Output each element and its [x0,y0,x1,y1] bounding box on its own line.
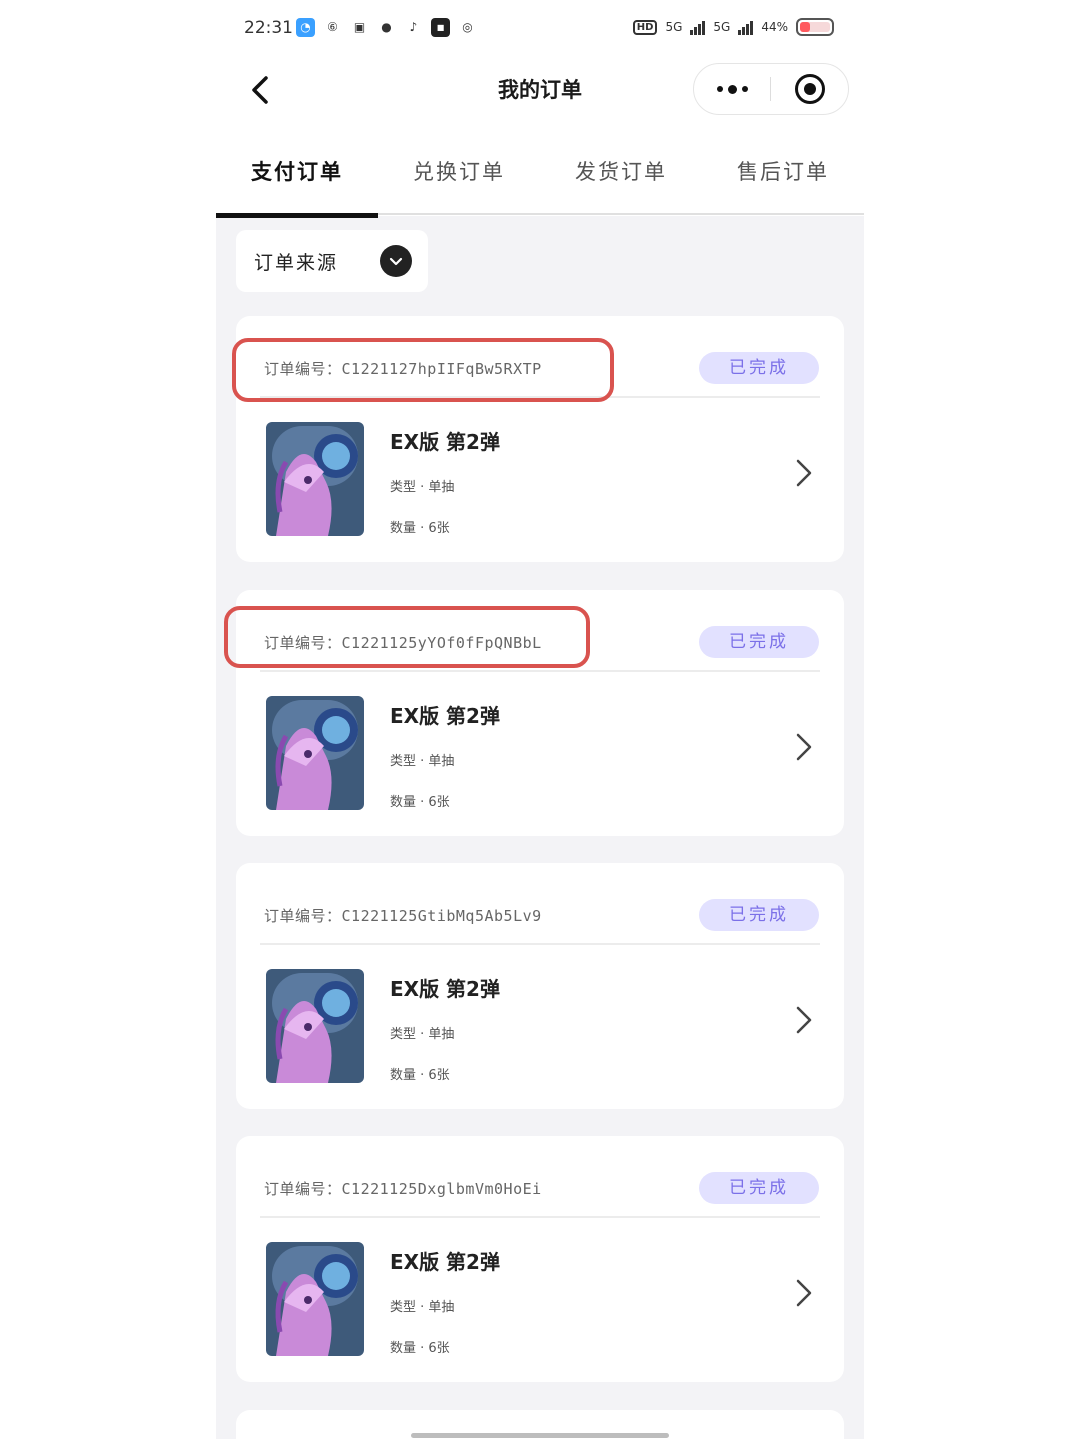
order-card[interactable]: 订单编号：C1221125GtibMq5Ab5Lv9 已完成 EX版 第2弹 类… [236,863,844,1109]
signal-icon [738,19,754,35]
nav-bar: 我的订单 [216,60,864,120]
product-title: EX版 第2弹 [390,1250,500,1274]
battery-icon [796,18,834,36]
product-image [266,696,364,810]
app-notification-icon: ▣ [353,20,366,34]
order-number: 订单编号：C1221125GtibMq5Ab5Lv9 [264,907,542,925]
notification-icons: ◔ ⑥ ▣ ● ♪ ■ ◎ [296,18,477,37]
weibo-icon: ◎ [462,20,473,34]
product-title: EX版 第2弹 [390,430,500,454]
battery-percent: 44% [761,20,788,34]
tab-shipping-orders[interactable]: 发货订单 [540,140,702,216]
product-title: EX版 第2弹 [390,977,500,1001]
music-note-icon: ♪ [409,20,418,34]
status-badge: 已完成 [699,626,819,658]
more-button[interactable] [694,64,770,114]
card-divider [260,670,820,672]
order-card[interactable]: 订单编号：C1221125DxglbmVm0HoEi 已完成 EX版 第2弹 类… [236,1136,844,1382]
network-label: 5G [713,20,731,34]
target-icon [794,74,825,104]
network-label: 5G [665,20,683,34]
card-divider [260,943,820,945]
hd-badge: HD [632,19,658,35]
chevron-right-icon[interactable] [792,456,816,490]
header-area: 22:31 ◔ ⑥ ▣ ● ♪ ■ ◎ HD 5G 5G 44% 我的订单 支付… [216,0,864,218]
signal-icon [690,19,706,35]
product-type: 类型 · 单抽 [390,480,455,495]
product-quantity: 数量 · 6张 [390,521,450,536]
chevron-down-icon [380,245,412,277]
order-tabs: 支付订单 兑换订单 发货订单 售后订单 [216,140,864,216]
active-tab-indicator [216,213,378,218]
order-number-highlight [232,338,614,402]
home-indicator [411,1433,669,1438]
order-source-filter[interactable]: 订单来源 [236,230,428,292]
card-divider [260,1216,820,1218]
chevron-right-icon[interactable] [792,1276,816,1310]
product-type: 类型 · 单抽 [390,1027,455,1042]
status-time: 22:31 [244,18,293,38]
swirl-app-icon: ⑥ [327,20,338,34]
product-type: 类型 · 单抽 [390,1300,455,1315]
chevron-right-icon[interactable] [792,1003,816,1037]
order-number-highlight [224,606,590,668]
tab-aftersale-orders[interactable]: 售后订单 [702,140,864,216]
product-image [266,969,364,1083]
app-notification-icon: ■ [431,18,450,37]
close-miniprogram-button[interactable] [771,64,848,114]
order-number: 订单编号：C1221125DxglbmVm0HoEi [264,1180,542,1198]
product-image [266,1242,364,1356]
product-quantity: 数量 · 6张 [390,795,450,810]
tab-payment-orders[interactable]: 支付订单 [216,140,378,216]
product-quantity: 数量 · 6张 [390,1341,450,1356]
status-badge: 已完成 [699,899,819,931]
product-title: EX版 第2弹 [390,704,500,728]
status-badge: 已完成 [699,1172,819,1204]
product-image [266,422,364,536]
chat-bubble-icon: ● [381,20,392,34]
product-type: 类型 · 单抽 [390,754,455,769]
phone-screen: 22:31 ◔ ⑥ ▣ ● ♪ ■ ◎ HD 5G 5G 44% 我的订单 支付… [216,0,864,1439]
miniprogram-capsule [693,63,849,115]
app-notification-icon: ◔ [296,18,315,37]
filter-label: 订单来源 [254,251,339,274]
status-bar: 22:31 ◔ ⑥ ▣ ● ♪ ■ ◎ HD 5G 5G 44% [216,0,864,60]
system-indicators: HD 5G 5G 44% [632,18,834,36]
chevron-right-icon[interactable] [792,730,816,764]
status-badge: 已完成 [699,352,819,384]
product-quantity: 数量 · 6张 [390,1068,450,1083]
tab-exchange-orders[interactable]: 兑换订单 [378,140,540,216]
